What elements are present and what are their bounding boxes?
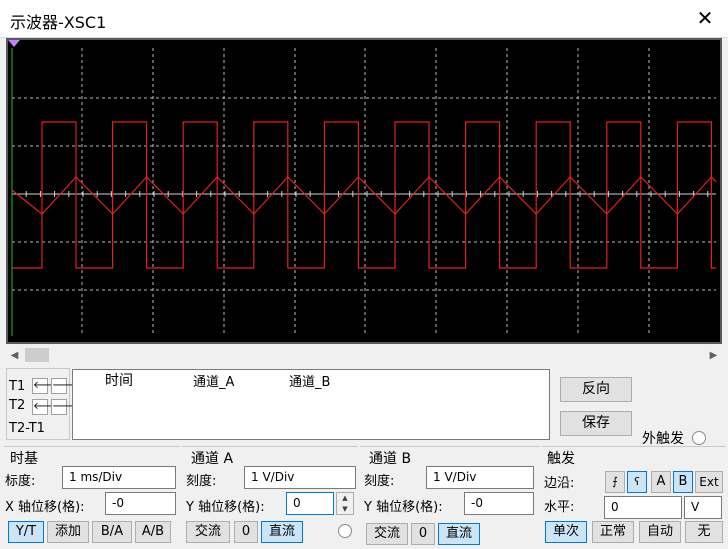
- channel-a-radio[interactable]: [338, 524, 352, 538]
- cursor-controls: T1 🡐 🡒 T2 🡐 🡒 T2-T1: [6, 368, 79, 440]
- waveform-display: [8, 40, 717, 336]
- rising-edge-icon[interactable]: ⨍: [605, 471, 625, 493]
- channel-a-ypos-field[interactable]: 0: [286, 492, 334, 515]
- ab-mode-button[interactable]: A/B: [135, 521, 171, 543]
- scroll-thumb[interactable]: [25, 348, 49, 362]
- channel-b-zero-button[interactable]: 0: [411, 523, 435, 545]
- trigger-title: 触发: [547, 451, 575, 467]
- falling-edge-icon[interactable]: ʕ: [627, 471, 647, 493]
- readout-col-a: 通道_A: [193, 375, 235, 390]
- channel-a-scale-label: 刻度:: [186, 474, 217, 489]
- measurement-readout: 时间 通道_A 通道_B: [72, 369, 550, 440]
- channel-a-scale-field[interactable]: 1 V/Div: [244, 466, 356, 489]
- t2-left-arrow-icon[interactable]: 🡐: [32, 399, 60, 415]
- channel-a-ypos-spinner[interactable]: ▲ ▼: [336, 492, 354, 515]
- t2-t1-label: T2-T1: [9, 421, 45, 436]
- channel-b-scale-label: 刻度:: [364, 474, 395, 489]
- readout-col-time: 时间: [105, 373, 133, 389]
- close-icon[interactable]: ✕: [690, 4, 720, 32]
- channel-a-title: 通道 A: [191, 451, 234, 467]
- normal-sweep-button[interactable]: 正常: [592, 521, 634, 543]
- channel-b-ac-button[interactable]: 交流: [366, 523, 408, 545]
- ext-trigger-radio[interactable]: [692, 431, 706, 445]
- channel-b-ypos-field[interactable]: -0: [464, 492, 534, 515]
- channel-a-dc-button[interactable]: 直流: [261, 521, 303, 543]
- title-bar: 示波器-XSC1 ✕: [0, 0, 728, 38]
- timebase-scale-field[interactable]: 1 ms/Div: [62, 466, 176, 489]
- horizontal-scrollbar[interactable]: ◀ ▶: [6, 347, 722, 364]
- yt-mode-button[interactable]: Y/T: [8, 521, 44, 543]
- trigger-level-field[interactable]: 0: [604, 496, 682, 519]
- single-sweep-button[interactable]: 单次: [545, 521, 587, 543]
- channel-a-ypos-label: Y 轴位移(格):: [186, 500, 265, 515]
- channel-b-scale-field[interactable]: 1 V/Div: [426, 466, 534, 489]
- trigger-unit-field[interactable]: V: [684, 496, 722, 519]
- t2-label: T2: [9, 398, 26, 413]
- t1-label: T1: [9, 379, 26, 394]
- t1-left-arrow-icon[interactable]: 🡐: [32, 378, 60, 394]
- graticule: [12, 48, 716, 336]
- oscilloscope-screen: [6, 38, 722, 344]
- timebase-scale-label: 标度:: [5, 474, 36, 489]
- scroll-right-icon[interactable]: ▶: [705, 347, 722, 364]
- channel-b-title: 通道 B: [369, 451, 412, 467]
- trigger-level-label: 水平:: [544, 500, 575, 515]
- reverse-button[interactable]: 反向: [560, 377, 632, 402]
- auto-sweep-button[interactable]: 自动: [639, 521, 681, 543]
- cursor-marker-icon: [8, 40, 20, 47]
- channel-b-trace: [11, 176, 717, 215]
- x-position-field[interactable]: -0: [105, 492, 176, 515]
- readout-col-b: 通道_B: [289, 375, 331, 390]
- channel-b-ypos-label: Y 轴位移(格):: [364, 500, 443, 515]
- timebase-title: 时基: [10, 451, 38, 467]
- ba-mode-button[interactable]: B/A: [92, 521, 132, 543]
- add-mode-button[interactable]: 添加: [47, 521, 89, 543]
- trigger-b-button[interactable]: B: [673, 471, 693, 493]
- spin-up-icon[interactable]: ▲: [337, 493, 353, 504]
- none-sweep-button[interactable]: 无: [685, 521, 723, 543]
- trigger-edge-label: 边沿:: [544, 476, 575, 491]
- t1-right-arrow-icon[interactable]: 🡒: [51, 378, 79, 394]
- channel-a-trace: [12, 121, 716, 269]
- x-position-label: X 轴位移(格):: [5, 500, 85, 515]
- t2-right-arrow-icon[interactable]: 🡒: [51, 399, 79, 415]
- ext-trigger-label: 外触发: [642, 431, 684, 447]
- channel-a-zero-button[interactable]: 0: [234, 521, 258, 543]
- trigger-a-button[interactable]: A: [651, 471, 671, 493]
- scroll-left-icon[interactable]: ◀: [6, 347, 23, 364]
- window-title: 示波器-XSC1: [10, 13, 107, 32]
- trigger-ext-button[interactable]: Ext: [695, 471, 723, 493]
- spin-down-icon[interactable]: ▼: [337, 504, 353, 515]
- save-button[interactable]: 保存: [560, 411, 632, 436]
- channel-b-dc-button[interactable]: 直流: [438, 523, 480, 545]
- channel-a-ac-button[interactable]: 交流: [186, 521, 230, 543]
